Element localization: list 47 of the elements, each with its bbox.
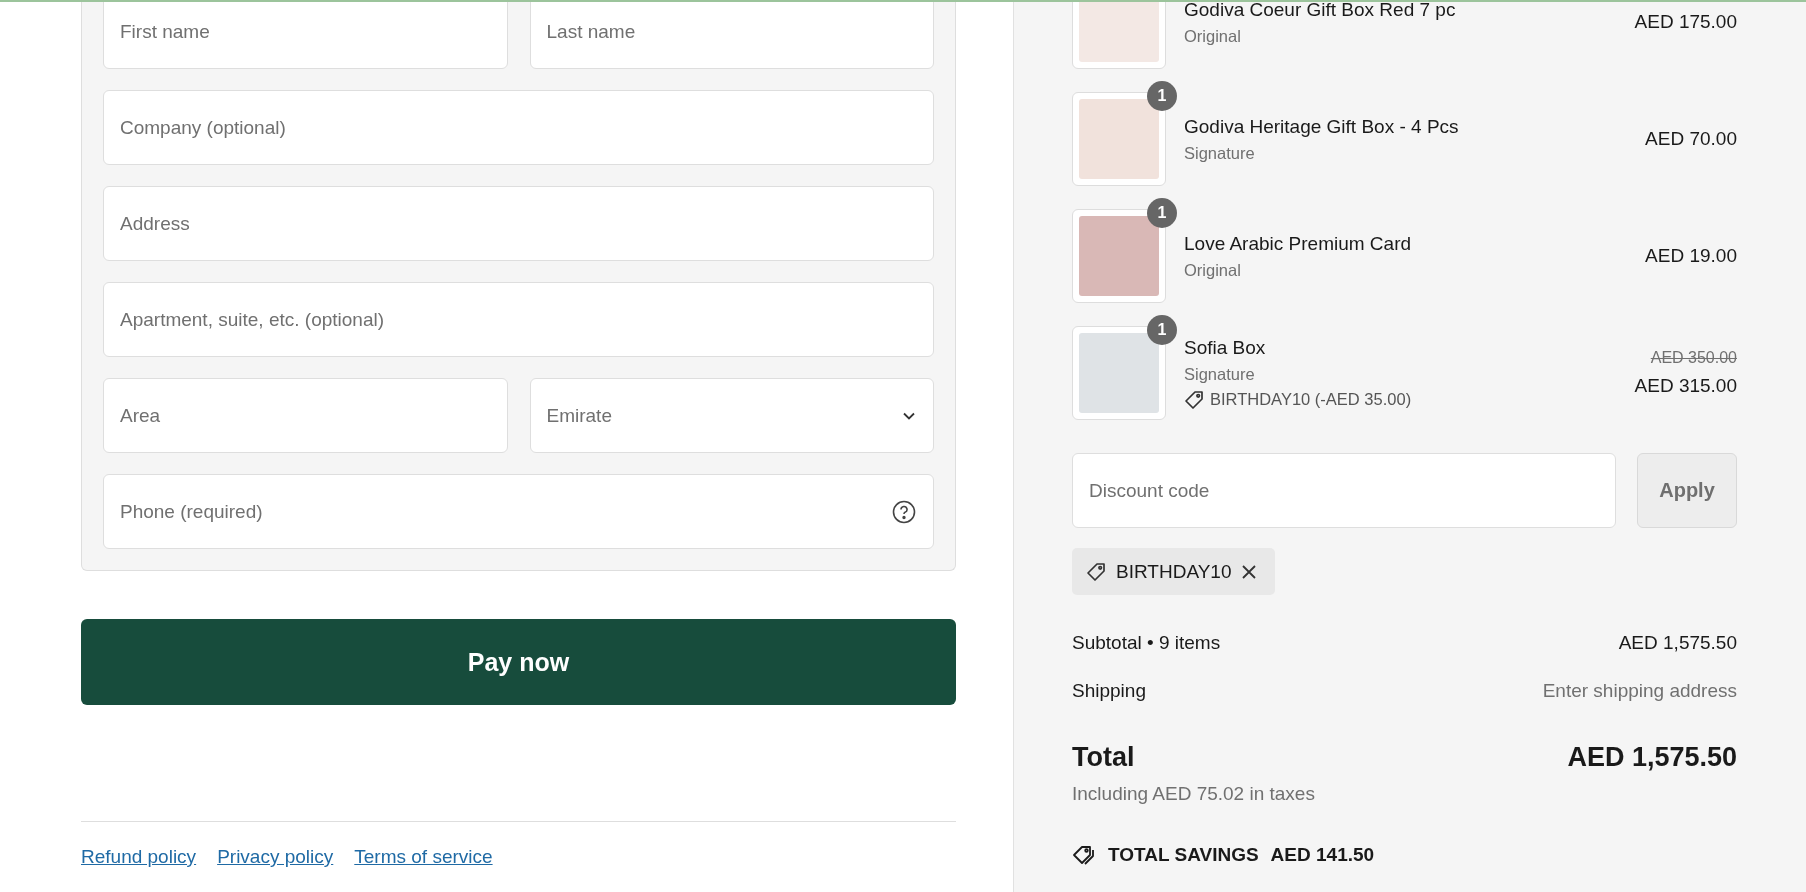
quantity-badge: 1 bbox=[1147, 81, 1177, 111]
quantity-badge: 1 bbox=[1147, 315, 1177, 345]
product-variant: Signature bbox=[1184, 364, 1256, 384]
input-field[interactable]: Last name bbox=[529, 2, 934, 69]
subtotal-value: AED 1,575.50 bbox=[1618, 632, 1737, 654]
product-variant: Original bbox=[1184, 260, 1242, 280]
product-name: Godiva Coeur Gift Box Red 7 pc bbox=[1184, 2, 1457, 21]
savings-label: TOTAL SAVINGS bbox=[1108, 844, 1259, 866]
product-name: Love Arabic Premium Card bbox=[1184, 232, 1413, 255]
footer-link[interactable]: Privacy policy bbox=[217, 846, 334, 868]
product-price: AED 315.00 bbox=[1634, 375, 1737, 397]
input-field[interactable]: Phone (required) bbox=[103, 474, 934, 549]
help-icon[interactable] bbox=[892, 499, 916, 524]
shipping-value: Enter shipping address bbox=[1542, 680, 1737, 702]
pay-now-button[interactable]: Pay now bbox=[81, 619, 956, 705]
quantity-badge: 1 bbox=[1147, 198, 1177, 228]
input-field[interactable]: Apartment, suite, etc. (optional) bbox=[103, 282, 934, 357]
discount-text: BIRTHDAY10 (-AED 35.00) bbox=[1210, 390, 1412, 409]
subtotal-label: Subtotal • 9 items bbox=[1072, 632, 1221, 654]
input-field[interactable]: Area bbox=[103, 378, 508, 453]
select-field[interactable]: Emirate bbox=[529, 378, 934, 453]
tag-icon bbox=[1184, 389, 1204, 410]
discount-code: BIRTHDAY10 bbox=[1116, 560, 1232, 583]
tags-icon bbox=[1072, 844, 1096, 866]
total-label: Total bbox=[1072, 742, 1135, 773]
taxes-note: Including AED 75.02 in taxes bbox=[1072, 783, 1316, 805]
input-field[interactable]: Address bbox=[103, 186, 934, 261]
product-variant: Original bbox=[1184, 26, 1242, 46]
input-field[interactable]: Company (optional) bbox=[103, 90, 934, 165]
savings-value: AED 141.50 bbox=[1270, 844, 1375, 866]
close-icon[interactable] bbox=[1241, 563, 1258, 580]
chevron-down-icon bbox=[902, 411, 916, 420]
product-price: AED 19.00 bbox=[1645, 245, 1737, 267]
product-name: Sofia Box bbox=[1184, 336, 1267, 359]
discount-code-field[interactable]: Discount code bbox=[1072, 453, 1616, 528]
apply-button[interactable]: Apply bbox=[1637, 453, 1737, 528]
product-name: Godiva Heritage Gift Box - 4 Pcs bbox=[1184, 115, 1460, 138]
product-variant: Signature bbox=[1184, 143, 1256, 163]
total-value: AED 1,575.50 bbox=[1567, 742, 1737, 773]
footer-link[interactable]: Terms of service bbox=[354, 846, 493, 868]
footer-link[interactable]: Refund policy bbox=[81, 846, 197, 868]
input-field[interactable]: First name bbox=[103, 2, 508, 69]
product-price: AED 175.00 bbox=[1634, 11, 1737, 33]
original-price: AED 350.00 bbox=[1650, 349, 1737, 367]
product-price: AED 70.00 bbox=[1645, 128, 1737, 150]
tag-icon bbox=[1086, 561, 1106, 582]
shipping-label: Shipping bbox=[1072, 680, 1146, 702]
